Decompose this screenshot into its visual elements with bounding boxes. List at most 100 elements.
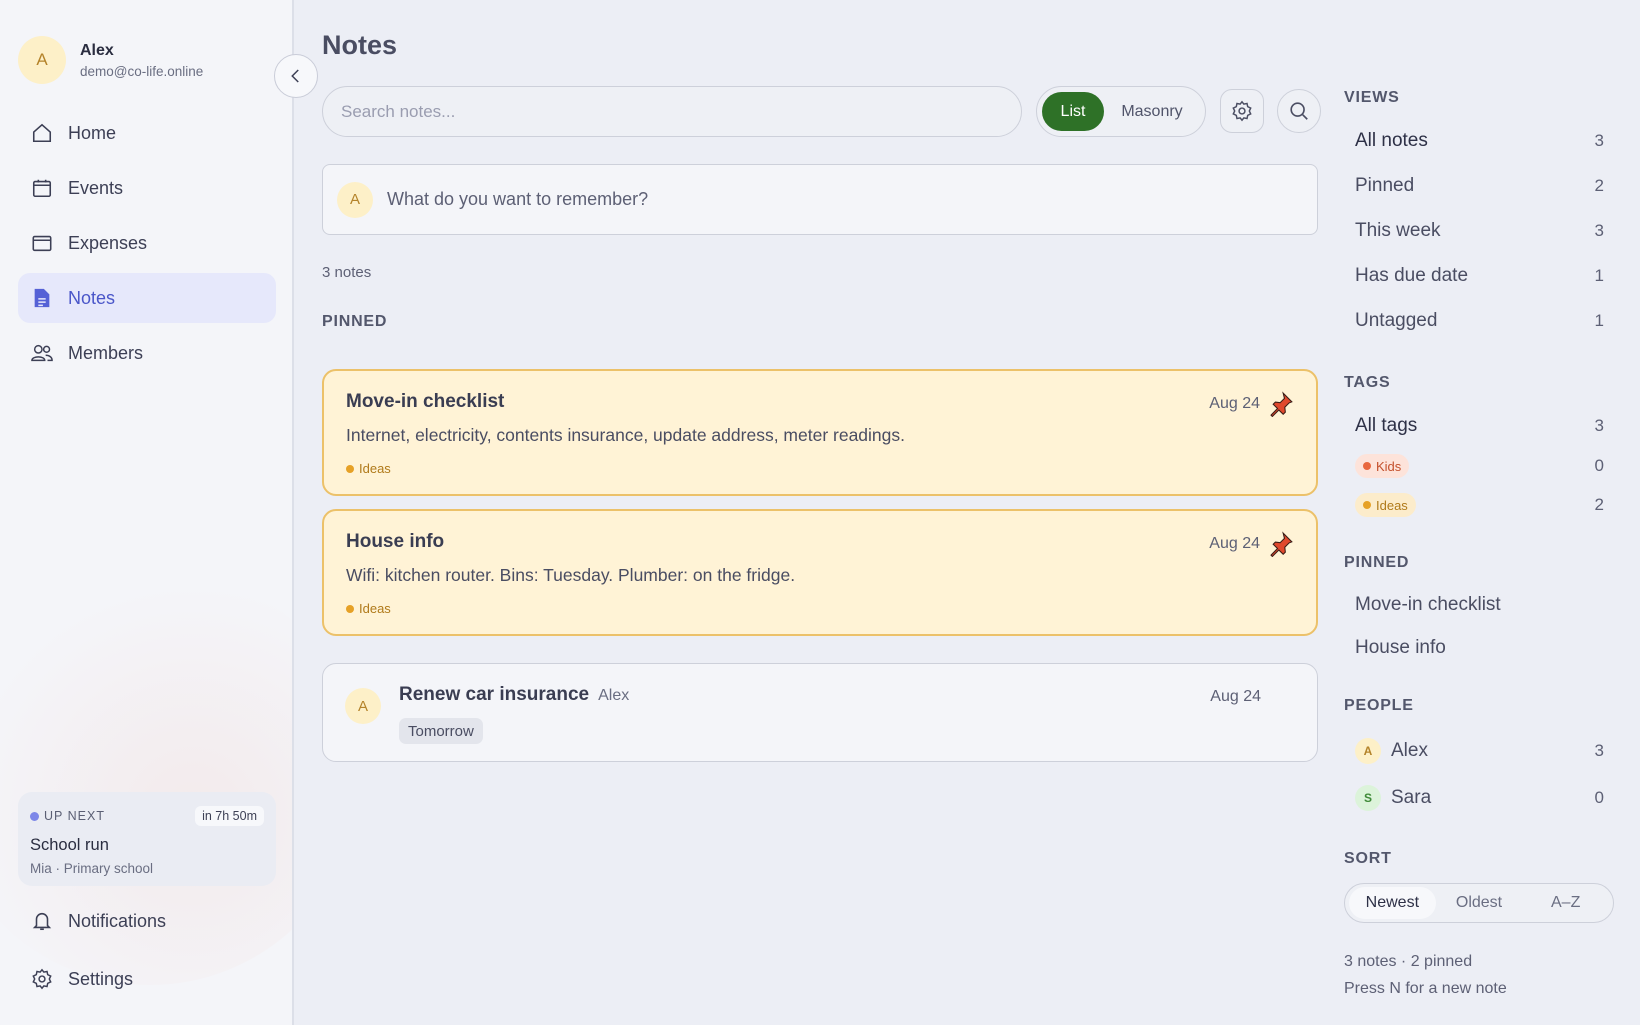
calendar-icon: [30, 176, 54, 200]
view-untagged[interactable]: Untagged 1: [1355, 310, 1604, 332]
note-card[interactable]: A Renew car insurance Alex Aug 24 Tomorr…: [322, 663, 1318, 762]
avatar: S: [1355, 785, 1381, 811]
sort-oldest-button[interactable]: Oldest: [1436, 887, 1523, 919]
view-this-week[interactable]: This week 3: [1355, 220, 1604, 242]
pinned-link[interactable]: Move-in checklist: [1355, 594, 1604, 616]
rail-summary: 3 notes · 2 pinned: [1344, 953, 1473, 970]
person: A Alex: [1355, 738, 1428, 764]
avatar: A: [1355, 738, 1381, 764]
view-has-due-date[interactable]: Has due date 1: [1355, 265, 1604, 287]
person-count: 3: [1594, 741, 1604, 760]
collapse-sidebar-button[interactable]: [274, 54, 318, 98]
view-label: This week: [1355, 220, 1441, 241]
sidebar-item-home[interactable]: Home: [18, 108, 276, 158]
profile-name: Alex: [80, 41, 114, 59]
avatar: A: [345, 688, 381, 724]
tag-label: Ideas: [359, 601, 391, 616]
user-profile[interactable]: A Alex demo@co-life.online: [18, 36, 203, 84]
sidebar-item-expenses[interactable]: Expenses: [18, 218, 276, 268]
note-title-row: Renew car insurance Alex: [399, 684, 629, 706]
pinned-link-label: Move-in checklist: [1355, 594, 1501, 615]
view-count: 1: [1594, 311, 1604, 330]
view-count: 1: [1594, 266, 1604, 285]
views-section-label: VIEWS: [1344, 89, 1400, 106]
person-name: Alex: [1391, 740, 1428, 761]
settings-button[interactable]: [1220, 89, 1264, 133]
sidebar-item-label: Notifications: [68, 910, 167, 931]
note-body: Internet, electricity, contents insuranc…: [346, 425, 906, 445]
pin-icon[interactable]: [1268, 531, 1294, 557]
tag-ideas[interactable]: Ideas 2: [1355, 493, 1604, 517]
status-dot: [30, 811, 39, 821]
sidebar-item-label: Settings: [68, 968, 134, 989]
note-card[interactable]: Move-in checklist Aug 24 Internet, elect…: [322, 369, 1318, 496]
view-count: 2: [1594, 176, 1604, 195]
pinned-link-label: House info: [1355, 637, 1446, 658]
view-count: 3: [1594, 131, 1604, 150]
search-input[interactable]: [322, 86, 1022, 137]
note-tag[interactable]: Ideas: [346, 461, 391, 476]
person-sara[interactable]: S Sara 0: [1355, 785, 1604, 811]
sidebar-item-label: Home: [68, 122, 117, 143]
note-tag[interactable]: Ideas: [346, 601, 391, 616]
sidebar-item-members[interactable]: Members: [18, 328, 276, 378]
view-pinned[interactable]: Pinned 2: [1355, 175, 1604, 197]
view-label: All notes: [1355, 130, 1428, 151]
sidebar-item-notifications[interactable]: Notifications: [18, 896, 276, 946]
pinned-section-label: PINNED: [322, 313, 388, 330]
wallet-icon: [30, 231, 54, 255]
tag-all[interactable]: All tags 3: [1355, 415, 1604, 437]
tag-dot: [1363, 462, 1371, 470]
search-icon: [1290, 102, 1308, 120]
sidebar-item-settings[interactable]: Settings: [18, 954, 276, 1004]
note-title: House info: [346, 531, 445, 552]
sidebar-item-label: Events: [68, 177, 124, 198]
sidebar-item-notes[interactable]: Notes: [18, 273, 276, 323]
chevron-left-icon: [291, 69, 299, 83]
page-title: Notes: [322, 30, 398, 60]
up-next-subtitle: Mia · Primary school: [30, 861, 154, 876]
note-composer[interactable]: A What do you want to remember?: [322, 164, 1318, 235]
note-date: Aug 24: [1209, 395, 1260, 412]
pinned-links-label: PINNED: [1344, 554, 1410, 571]
profile-email: demo@co-life.online: [80, 63, 204, 79]
view-list-button[interactable]: List: [1042, 92, 1104, 131]
avatar: A: [337, 181, 373, 218]
due-chip: Tomorrow: [399, 718, 483, 744]
members-icon: [30, 341, 54, 365]
rail-shortcut-hint: Press N for a new note: [1344, 980, 1507, 997]
note-author: Alex: [598, 687, 630, 704]
pin-icon[interactable]: [1268, 391, 1294, 417]
person-alex[interactable]: A Alex 3: [1355, 738, 1604, 764]
people-section-label: PEOPLE: [1344, 697, 1414, 714]
view-toggle: List Masonry: [1036, 86, 1206, 137]
tag-count: 0: [1594, 456, 1604, 475]
pinned-link[interactable]: House info: [1355, 637, 1604, 659]
up-next-card[interactable]: UP NEXT in 7h 50m School run Mia · Prima…: [18, 792, 276, 886]
note-date: Aug 24: [1210, 688, 1261, 705]
sort-newest-button[interactable]: Newest: [1349, 887, 1436, 919]
view-label: Pinned: [1355, 175, 1415, 196]
up-next-label-text: UP NEXT: [44, 809, 105, 823]
up-next-label: UP NEXT: [30, 809, 105, 823]
sidebar-item-label: Expenses: [68, 232, 148, 253]
person-count: 0: [1594, 788, 1604, 807]
view-masonry-button[interactable]: Masonry: [1104, 92, 1200, 131]
note-card[interactable]: House info Aug 24 Wifi: kitchen router. …: [322, 509, 1318, 636]
note-icon: [30, 286, 54, 310]
sidebar-item-events[interactable]: Events: [18, 163, 276, 213]
search-button[interactable]: [1277, 89, 1321, 133]
view-label: Has due date: [1355, 265, 1469, 286]
gear-icon: [30, 967, 54, 991]
home-icon: [30, 121, 54, 145]
avatar: A: [18, 36, 66, 84]
tag-count: 3: [1594, 416, 1604, 435]
sort-az-button[interactable]: A–Z: [1522, 887, 1609, 919]
view-all-notes[interactable]: All notes 3: [1355, 130, 1604, 152]
tag-kids[interactable]: Kids 0: [1355, 454, 1604, 478]
view-label: Untagged: [1355, 310, 1438, 331]
tag-pill: Kids: [1355, 454, 1410, 478]
tag-dot: [1363, 501, 1371, 509]
tag-count: 2: [1594, 495, 1604, 514]
gear-icon: [1232, 100, 1252, 122]
